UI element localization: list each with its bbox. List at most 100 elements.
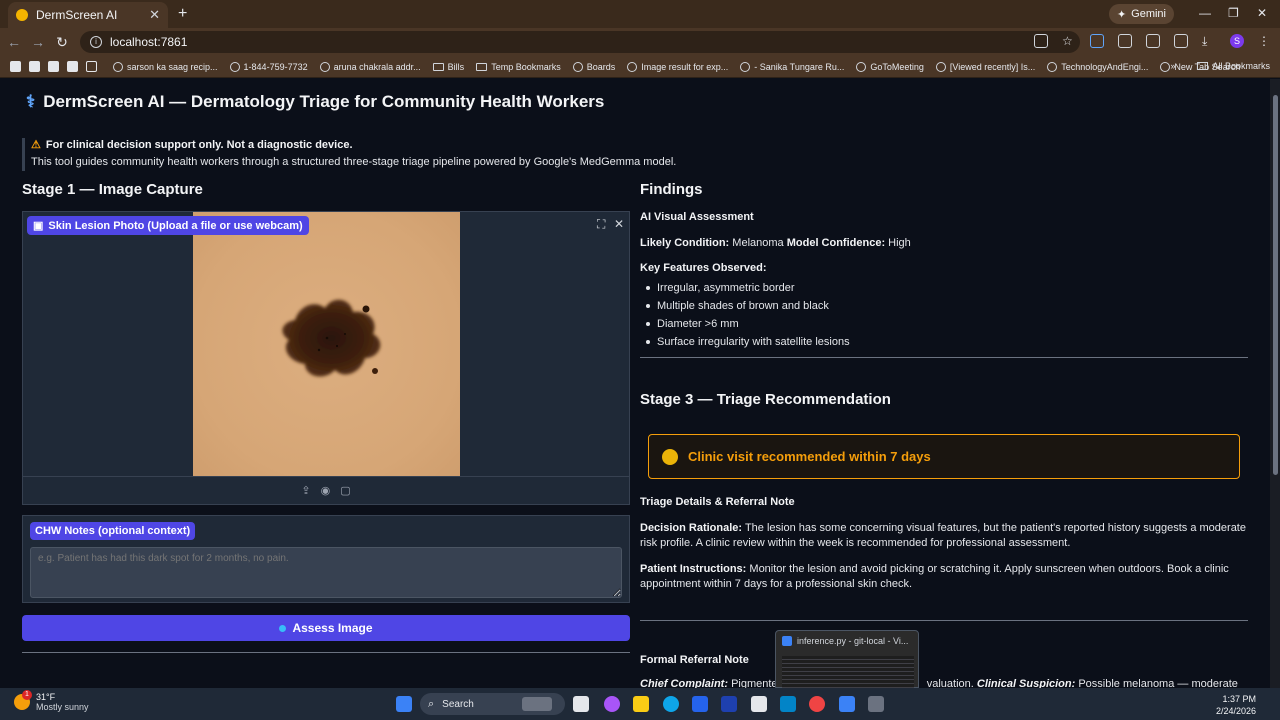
minimize-icon[interactable]: — (1199, 6, 1211, 20)
tab-close-icon[interactable]: ✕ (149, 7, 160, 23)
apps-grid-icon[interactable] (86, 61, 97, 72)
bookmark-label: GoToMeeting (870, 61, 924, 72)
assess-icon (279, 624, 287, 632)
instructions-label: Patient Instructions: (640, 563, 747, 575)
folder-icon (1197, 62, 1209, 70)
chevron-right-icon[interactable]: » (1170, 61, 1175, 71)
store-icon[interactable] (692, 696, 708, 712)
feature-text: Surface irregularity with satellite lesi… (657, 336, 850, 348)
chw-notes-input[interactable] (30, 547, 622, 598)
likely-condition-value: Melanoma (732, 237, 784, 249)
globe-icon (572, 61, 583, 72)
bookmark-item[interactable]: [Viewed recently] Is... (935, 61, 1036, 72)
bookmark-label: Boards (586, 61, 616, 72)
list-item: Diameter >6 mm (640, 315, 850, 333)
clear-image-icon[interactable]: ✕ (614, 217, 624, 231)
system-clock[interactable]: 1:37 PM 2/24/2026 (1216, 693, 1256, 717)
image-upload-panel[interactable]: ▣ Skin Lesion Photo (Upload a file or us… (22, 211, 630, 505)
forward-icon[interactable]: → (26, 34, 50, 50)
bookmark-item[interactable]: Image result for exp... (627, 61, 728, 72)
edge-icon[interactable] (663, 696, 679, 712)
bookmark-label: [Viewed recently] Is... (949, 61, 1036, 72)
window-close-icon[interactable]: ✕ (1257, 6, 1267, 20)
suspicion-label: Clinical Suspicion: (976, 678, 1076, 688)
profile-avatar[interactable]: S (1230, 34, 1244, 48)
menu-kebab-icon[interactable]: ⋮ (1258, 34, 1272, 48)
windows-start-icon[interactable] (396, 696, 412, 712)
webcam-icon[interactable]: ◉ (321, 484, 331, 497)
scrollbar-thumb[interactable] (1273, 95, 1278, 475)
bookmark-item[interactable]: TechnologyAndEngi... (1047, 61, 1148, 72)
bookmark-app-icon-2[interactable] (29, 61, 40, 72)
bookmark-item[interactable]: Bills (432, 61, 465, 72)
site-info-icon[interactable]: i (90, 36, 102, 48)
bookmark-item[interactable]: - Sanika Tungare Ru... (740, 61, 844, 72)
file-explorer-icon[interactable] (633, 696, 649, 712)
triage-details-heading: Triage Details & Referral Note (640, 496, 795, 508)
patient-instructions: Patient Instructions: Monitor the lesion… (640, 562, 1248, 592)
restore-icon[interactable]: ❐ (1228, 6, 1239, 20)
browser-tab-bar: DermScreen AI ✕ + ✦ Gemini — ❐ ✕ (0, 0, 1280, 28)
ai-assessment-subheading: AI Visual Assessment (640, 211, 754, 223)
download-icon[interactable]: ⤓ (1202, 34, 1216, 48)
bookmark-app-icon-4[interactable] (67, 61, 78, 72)
bookmark-item[interactable]: Temp Bookmarks (476, 62, 561, 72)
rationale-label: Decision Rationale: (640, 522, 743, 534)
bookmark-app-icon-1[interactable] (10, 61, 21, 72)
triage-recommendation-box: Clinic visit recommended within 7 days (648, 434, 1240, 479)
vscode-taskbar-icon[interactable] (839, 696, 855, 712)
new-tab-button[interactable]: + (178, 5, 187, 23)
address-bar[interactable]: i localhost:7861 (80, 31, 1080, 53)
back-icon[interactable]: ← (2, 34, 26, 50)
bookmark-label: Temp Bookmarks (491, 61, 561, 72)
bookmark-label: Bills (447, 61, 465, 72)
extension-icon-2[interactable] (1118, 34, 1132, 48)
browser-tab[interactable]: DermScreen AI ✕ (8, 2, 168, 28)
tab-search-icon[interactable] (1174, 34, 1188, 48)
extensions-puzzle-icon[interactable] (1146, 34, 1160, 48)
status-yellow-circle-icon (662, 448, 678, 465)
reload-icon[interactable]: ↻ (50, 34, 74, 51)
clock-date: 2/24/2026 (1215, 706, 1256, 716)
chrome-icon[interactable] (809, 696, 825, 712)
upload-icon[interactable]: ⇪ (301, 484, 310, 497)
page-scrollbar[interactable] (1270, 79, 1280, 688)
fullscreen-icon[interactable]: ⛶ (597, 217, 605, 232)
dropbox-icon[interactable] (751, 696, 767, 712)
taskbar-search[interactable]: ⌕ Search (420, 693, 565, 715)
extension-icon[interactable] (1090, 34, 1104, 48)
sun-icon: 1 (14, 690, 32, 710)
bookmark-item[interactable]: aruna chakrala addr... (319, 61, 421, 72)
bookmark-item[interactable]: Boards (572, 61, 616, 72)
triage-recommendation-text: Clinic visit recommended within 7 days (688, 449, 931, 464)
referral-note-line: Chief Complaint: Pigmented valuation. Cl… (640, 677, 1248, 688)
bookmark-app-icon[interactable] (721, 696, 737, 712)
app-window-icon[interactable] (868, 696, 884, 712)
bookmark-label: 1-844-759-7732 (243, 61, 308, 72)
confidence-value: High (888, 237, 911, 249)
lesion-shape (282, 299, 381, 377)
tab-title: DermScreen AI (36, 8, 118, 22)
all-bookmarks-label: All Bookmarks (1212, 61, 1270, 71)
clock-time: 1:37 PM (1222, 694, 1256, 704)
clipboard-icon[interactable]: ▢ (340, 484, 350, 497)
stethoscope-icon: ⚕ (26, 92, 36, 111)
star-icon[interactable]: ☆ (1062, 34, 1076, 48)
bookmark-item[interactable]: GoToMeeting (856, 61, 924, 72)
copilot-icon[interactable] (604, 696, 620, 712)
all-bookmarks-button[interactable]: » All Bookmarks (1170, 61, 1270, 71)
image-icon: ▣ (33, 220, 44, 232)
task-view-icon[interactable] (573, 696, 589, 712)
gemini-button[interactable]: ✦ Gemini (1108, 4, 1174, 24)
bookmark-item[interactable]: 1-844-759-7732 (229, 61, 308, 72)
outlook-icon[interactable] (780, 696, 796, 712)
assess-image-button[interactable]: Assess Image (22, 615, 630, 641)
install-app-icon[interactable] (1034, 34, 1048, 48)
folder-icon (432, 62, 444, 71)
bookmark-app-icon-3[interactable] (48, 61, 59, 72)
page-title-text: DermScreen AI — Dermatology Triage for C… (43, 92, 605, 111)
bookmark-item[interactable]: sarson ka saag recip... (113, 61, 218, 72)
weather-widget[interactable]: 1 31°F Mostly sunny (14, 690, 89, 712)
taskbar-window-preview[interactable]: inference.py - git-local - Vi... (775, 630, 919, 689)
globe-icon (740, 61, 751, 72)
